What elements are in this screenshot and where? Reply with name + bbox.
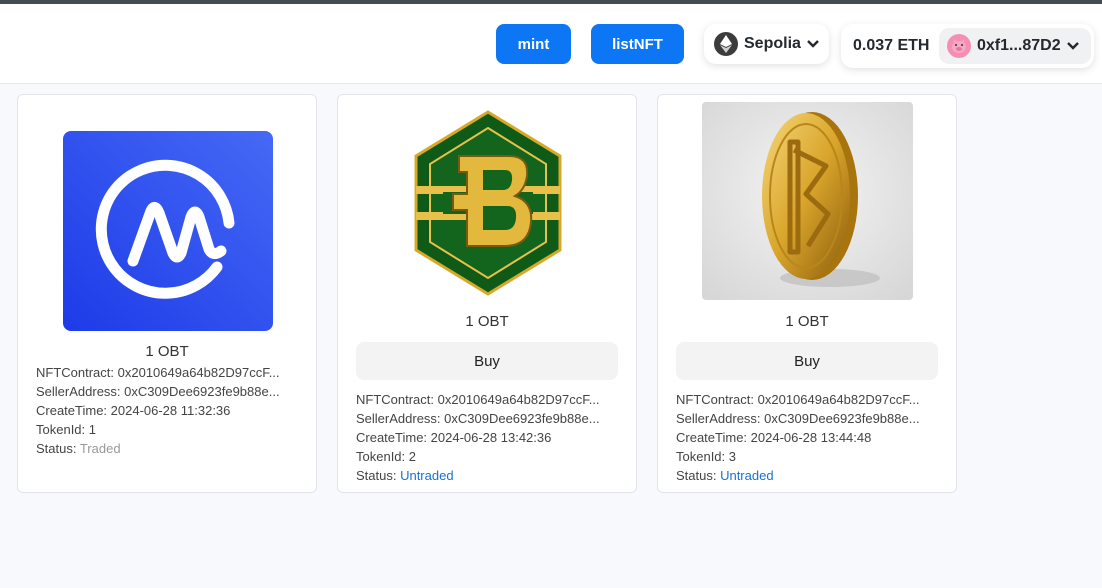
status-value: Untraded [720, 468, 774, 483]
wallet-balance: 0.037 ETH [853, 37, 930, 54]
mint-button[interactable]: mint [496, 24, 571, 64]
nft-details: NFTContract: 0x2010649a64b82D97ccF... Se… [36, 363, 302, 458]
status-row: Status: Untraded [676, 466, 942, 485]
top-navbar: mint listNFT Sepolia 0.037 ETH 0xf1...87… [0, 4, 1102, 84]
seller-address: SellerAddress: 0xC309Dee6923fe9b88e... [36, 384, 280, 399]
pig-avatar-icon [947, 34, 971, 58]
ethereum-icon [714, 32, 738, 56]
status-label: Status: [36, 441, 80, 456]
seller-address: SellerAddress: 0xC309Dee6923fe9b88e... [676, 411, 920, 426]
listnft-button[interactable]: listNFT [591, 24, 684, 64]
status-row: Status: Traded [36, 439, 302, 458]
status-label: Status: [356, 468, 401, 483]
nft-image-hexagon-coin[interactable] [413, 110, 563, 296]
create-time: CreateTime: 2024-06-28 11:32:36 [36, 403, 231, 418]
nft-card-2: 1 OBT Buy NFTContract: 0x2010649a64b82D9… [337, 94, 637, 493]
token-id: TokenId: 3 [676, 449, 736, 464]
token-id: TokenId: 1 [36, 422, 96, 437]
create-time: CreateTime: 2024-06-28 13:42:36 [356, 430, 552, 445]
network-name: Sepolia [744, 35, 801, 52]
seller-address: SellerAddress: 0xC309Dee6923fe9b88e... [356, 411, 600, 426]
status-label: Status: [676, 468, 721, 483]
account-address: 0xf1...87D2 [977, 37, 1061, 54]
nft-card-3: 1 OBT Buy NFTContract: 0x2010649a64b82D9… [657, 94, 957, 493]
chevron-down-icon [1066, 41, 1080, 51]
status-value: Traded [79, 441, 121, 456]
nft-image-gold-coin[interactable] [702, 102, 913, 300]
nft-details: NFTContract: 0x2010649a64b82D97ccF... Se… [676, 390, 942, 485]
nft-image-coinmarketcap[interactable] [63, 131, 273, 331]
network-selector[interactable]: Sepolia [704, 24, 829, 64]
nft-price: 1 OBT [465, 313, 509, 330]
status-row: Status: Untraded [356, 466, 622, 485]
account-button[interactable]: 0xf1...87D2 [939, 28, 1091, 64]
status-value: Untraded [400, 468, 454, 483]
create-time: CreateTime: 2024-06-28 13:44:48 [676, 430, 872, 445]
nft-card-1: 1 OBT NFTContract: 0x2010649a64b82D97ccF… [17, 94, 317, 493]
nft-price: 1 OBT [145, 343, 189, 360]
nft-contract: NFTContract: 0x2010649a64b82D97ccF... [36, 365, 280, 380]
buy-button[interactable]: Buy [676, 342, 938, 380]
token-id: TokenId: 2 [356, 449, 416, 464]
nft-details: NFTContract: 0x2010649a64b82D97ccF... Se… [356, 390, 622, 485]
nft-contract: NFTContract: 0x2010649a64b82D97ccF... [356, 392, 600, 407]
nft-price: 1 OBT [785, 313, 829, 330]
account-panel: 0.037 ETH 0xf1...87D2 [841, 24, 1094, 68]
buy-button[interactable]: Buy [356, 342, 618, 380]
chevron-down-icon [806, 39, 820, 49]
nft-contract: NFTContract: 0x2010649a64b82D97ccF... [676, 392, 920, 407]
